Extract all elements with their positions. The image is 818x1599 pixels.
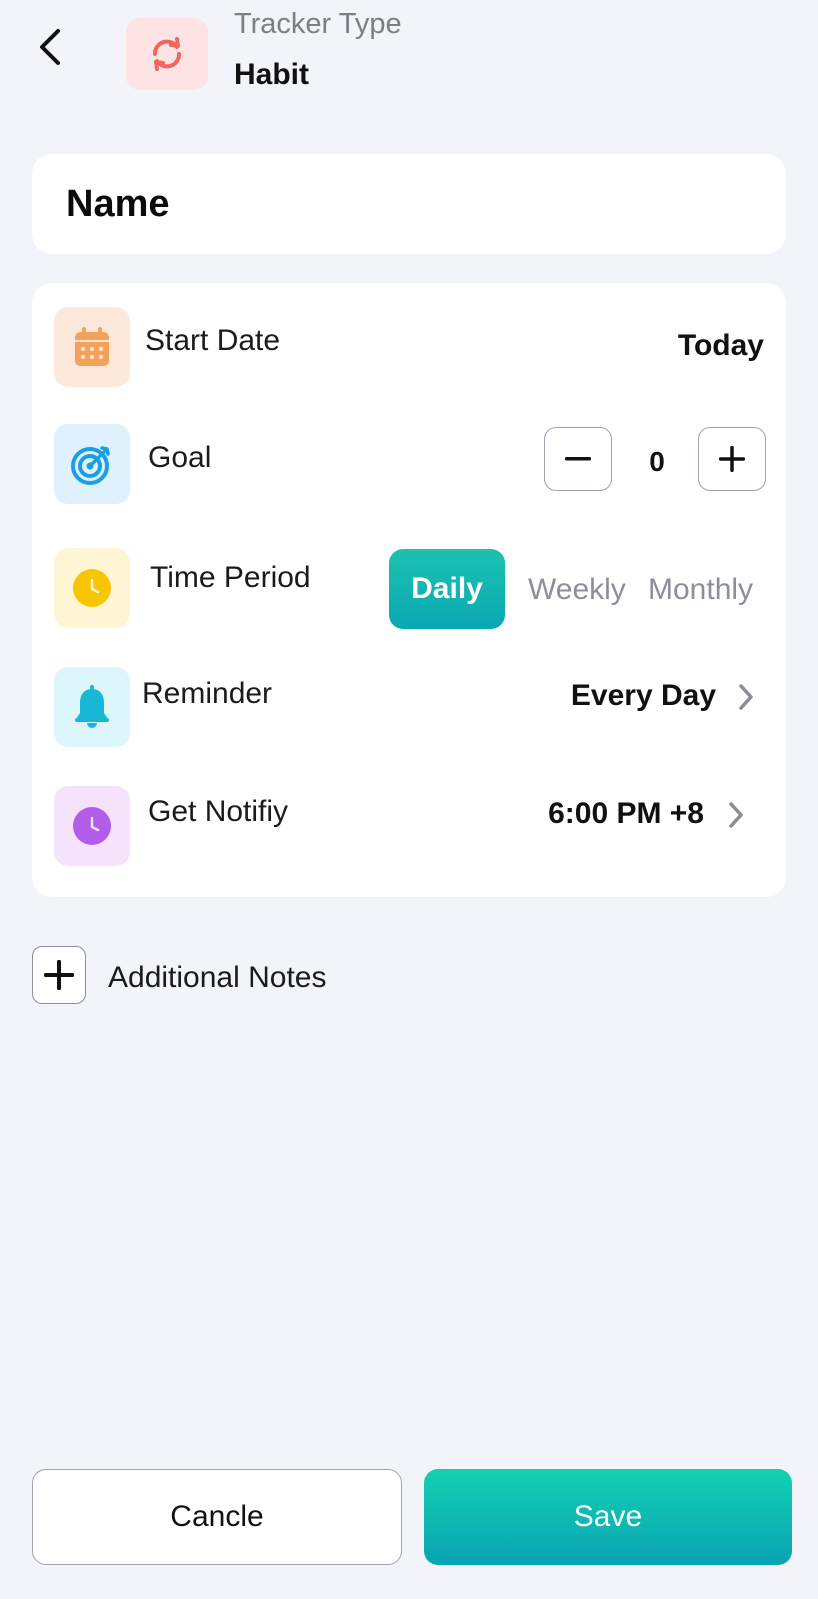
settings-card: Start Date Today Goal 0 Time Period Dail… (32, 283, 786, 897)
name-card (32, 154, 786, 254)
start-date-value: Today (677, 329, 764, 362)
tracker-type-icon-box[interactable] (126, 18, 208, 90)
name-input[interactable] (66, 182, 746, 226)
plus-icon (44, 960, 74, 990)
notify-label: Get Notifiy (148, 795, 289, 828)
goal-label: Goal (148, 441, 212, 474)
start-date-icon-box (54, 307, 130, 387)
goal-icon-box (54, 424, 130, 504)
goal-value: 0 (649, 446, 665, 477)
additional-notes-label[interactable]: Additional Notes (108, 961, 326, 995)
goal-increment-button[interactable] (698, 427, 766, 491)
period-option-daily[interactable]: Daily (389, 549, 505, 629)
goal-decrement-button[interactable] (544, 427, 612, 491)
notify-icon-box (54, 786, 130, 866)
time-period-label: Time Period (150, 561, 311, 594)
tracker-type-value: Habit (234, 58, 309, 91)
clock-icon (73, 569, 111, 607)
add-notes-button[interactable] (32, 946, 86, 1004)
reminder-icon-box (54, 667, 130, 747)
repeat-icon (152, 37, 182, 71)
chevron-left-icon (40, 29, 60, 65)
save-button[interactable]: Save (424, 1469, 792, 1565)
bell-icon (75, 685, 109, 728)
time-period-icon-box (54, 548, 130, 628)
cancel-button[interactable]: Cancle (32, 1469, 402, 1565)
notify-value: 6:00 PM +8 (548, 797, 704, 830)
notify-chevron-icon (726, 800, 746, 830)
start-date-label: Start Date (145, 324, 281, 357)
minus-icon (565, 457, 591, 461)
period-option-monthly[interactable]: Monthly (648, 573, 753, 607)
reminder-value: Every Day (570, 679, 716, 712)
calendar-icon (75, 327, 109, 366)
clock-icon (73, 807, 111, 845)
target-icon (71, 446, 110, 485)
plus-icon (719, 446, 745, 472)
add-tracker-screen: Tracker Type Habit Start Date (0, 0, 818, 1599)
back-button[interactable] (30, 22, 70, 72)
tracker-type-caption: Tracker Type (234, 8, 402, 40)
reminder-chevron-icon (736, 682, 756, 712)
reminder-label: Reminder (142, 677, 273, 710)
period-option-weekly[interactable]: Weekly (528, 573, 626, 607)
